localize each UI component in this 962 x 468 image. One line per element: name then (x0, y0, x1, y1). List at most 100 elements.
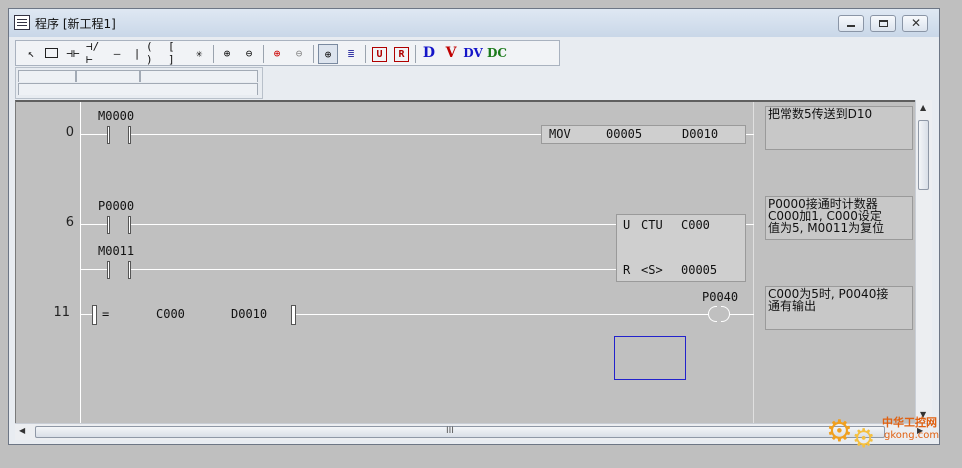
right-power-rail (753, 102, 754, 423)
subtab-row2[interactable] (18, 83, 258, 95)
vertical-scrollbar[interactable]: ▲ ▼ (915, 100, 932, 423)
scroll-left-icon[interactable]: ◀ (19, 426, 25, 435)
counter-op: CTU (641, 218, 663, 232)
h-line-icon[interactable]: — (108, 44, 126, 62)
close-icon: ✕ (911, 16, 922, 30)
coil-icon[interactable]: ( ) (146, 40, 164, 66)
step-number: 6 (65, 215, 74, 230)
rung-wire (80, 134, 108, 135)
counter-setting-value: 00005 (681, 263, 718, 277)
subtab-2[interactable] (76, 70, 140, 82)
counter-setting-label: <S> (641, 263, 663, 277)
ladder-program-icon (14, 15, 30, 30)
u-icon[interactable]: U (372, 47, 387, 62)
gear-icon: ⚙ (852, 424, 876, 454)
program-window: 程序 [新工程1] ✕ ↖ ⊣⊢ ⊣/⊢ — | ( ) [ ] ✳ ⊕ ⊖ ⊕… (8, 8, 940, 445)
left-power-rail (80, 102, 81, 423)
gear-icon: ⚙ (826, 414, 853, 449)
counter-up-input: U (623, 218, 631, 232)
vertical-scroll-thumb[interactable] (918, 120, 929, 190)
toolbar-separator (415, 45, 416, 63)
compare-operand-a: C000 (156, 307, 185, 321)
ctu-counter-box[interactable]: U CTU C000 R <S> 00005 (616, 214, 746, 282)
counter-id: C000 (681, 218, 710, 232)
dc-icon[interactable]: DC (487, 44, 507, 62)
watermark-brand: 中华工控网 (882, 416, 937, 429)
compare-operator: = (102, 307, 110, 321)
ladder-diagram[interactable]: 0 M0000 MOV 00005 D0010 6 P0000 M0011 U … (15, 100, 757, 423)
scroll-up-icon[interactable]: ▲ (920, 103, 926, 112)
compare-operand-b: D0010 (231, 307, 268, 321)
coil-label: P0040 (702, 290, 739, 304)
rung-comment[interactable]: P0000接通时计数器 C000加1, C000设定 值为5, M0011为复位 (765, 196, 913, 240)
select-arrow-icon[interactable]: ↖ (22, 44, 40, 62)
dv-icon[interactable]: DV (463, 44, 483, 62)
rung-wire (80, 314, 92, 315)
rung-wire (80, 269, 108, 270)
box-icon[interactable] (42, 44, 60, 62)
horizontal-scrollbar[interactable]: ◀ III ▶ (15, 423, 932, 440)
toolbar-separator (365, 45, 366, 63)
step-number: 11 (53, 305, 70, 320)
rung-wire (80, 224, 108, 225)
editor-cursor[interactable] (614, 336, 686, 380)
instruction-op: MOV (549, 127, 571, 141)
rung-wire (131, 224, 616, 225)
wire-icon[interactable]: ✳ (190, 44, 208, 62)
minimize-icon (847, 25, 855, 27)
horizontal-scroll-thumb[interactable]: III (35, 426, 885, 438)
ladder-toolbar: ↖ ⊣⊢ ⊣/⊢ — | ( ) [ ] ✳ ⊕ ⊖ ⊕ ⊖ ⊕ ≣ U R D… (15, 40, 560, 66)
output-coil[interactable] (708, 306, 730, 322)
maximize-icon (879, 20, 888, 27)
contact-label: M0011 (98, 244, 135, 258)
d-icon[interactable]: D (420, 44, 438, 62)
no-contact[interactable] (107, 216, 131, 234)
align-icon[interactable]: ≣ (342, 44, 360, 62)
mov-instruction-box[interactable]: MOV 00005 D0010 (541, 125, 746, 144)
maximize-button[interactable] (870, 15, 896, 32)
toolbar-separator (213, 45, 214, 63)
watermark-domain: gkong.com (884, 430, 940, 441)
contact-label: P0000 (98, 199, 135, 213)
subtab-area (15, 67, 263, 99)
title-bar[interactable]: 程序 [新工程1] ✕ (9, 9, 939, 37)
zoom-out-icon[interactable]: ⊖ (240, 44, 258, 62)
no-contact-icon[interactable]: ⊣⊢ (64, 44, 82, 62)
toolbar-separator (263, 45, 264, 63)
zoom-in-red-icon[interactable]: ⊕ (268, 44, 286, 62)
no-contact[interactable] (107, 261, 131, 279)
rung-wire (131, 269, 616, 270)
subtab-3[interactable] (140, 70, 258, 82)
rung-wire (131, 134, 541, 135)
window-title: 程序 [新工程1] (35, 17, 116, 31)
r-icon[interactable]: R (394, 47, 409, 62)
no-contact[interactable] (107, 126, 131, 144)
watermark-logo: ⚙ ⚙ 中华工控网 gkong.com (822, 410, 952, 460)
subtab-1[interactable] (18, 70, 76, 82)
rung-comment[interactable]: C000为5时, P0040接 通有输出 (765, 286, 913, 330)
minimize-button[interactable] (838, 15, 864, 32)
toolbar-separator (313, 45, 314, 63)
instruction-dst: D0010 (682, 127, 719, 141)
zoom-fit-icon[interactable]: ⊕ (318, 44, 338, 64)
zoom-in-icon[interactable]: ⊕ (218, 44, 236, 62)
comment-column: 把常数5传送到D10 P0000接通时计数器 C000加1, C000设定 值为… (757, 100, 915, 423)
step-number: 0 (65, 125, 74, 140)
rung-wire (730, 314, 754, 315)
rung-wire (296, 314, 708, 315)
nc-contact-icon[interactable]: ⊣/⊢ (86, 40, 104, 66)
func-box-icon[interactable]: [ ] (168, 40, 186, 66)
compare-right-bracket (291, 305, 296, 325)
v-line-icon[interactable]: | (128, 44, 146, 62)
counter-reset-input: R (623, 263, 631, 277)
rung-wire (746, 224, 754, 225)
instruction-src: 00005 (606, 127, 643, 141)
scroll-grip: III (446, 426, 454, 436)
contact-label: M0000 (98, 109, 135, 123)
zoom-out-red-icon[interactable]: ⊖ (290, 44, 308, 62)
v-icon[interactable]: V (442, 44, 460, 62)
close-button[interactable]: ✕ (902, 15, 928, 32)
rung-wire (746, 134, 754, 135)
compare-left-bracket (92, 305, 97, 325)
rung-comment[interactable]: 把常数5传送到D10 (765, 106, 913, 150)
